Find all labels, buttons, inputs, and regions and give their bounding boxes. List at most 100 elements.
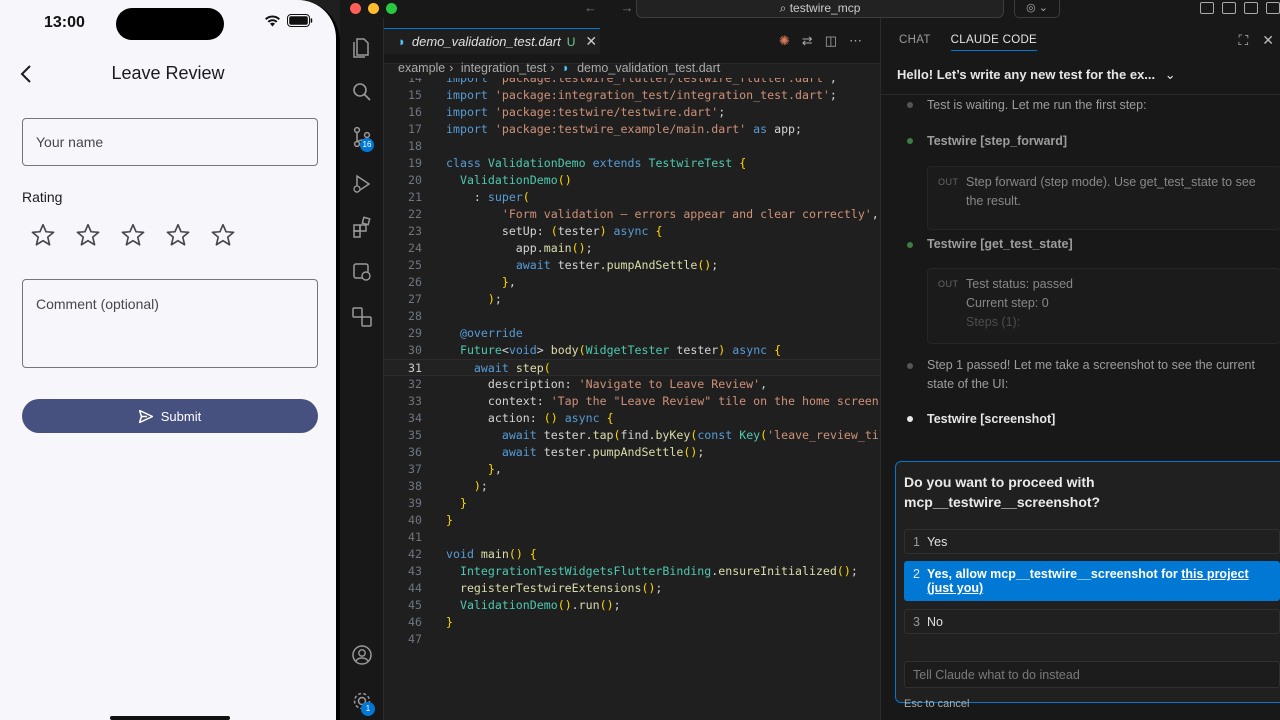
code-line[interactable]: 40}	[384, 512, 880, 529]
search-icon[interactable]	[351, 81, 373, 103]
line-number: 24	[408, 241, 422, 255]
option-yes[interactable]: 1 Yes	[904, 529, 1280, 554]
more-actions-icon[interactable]: ⋯	[849, 33, 862, 49]
code-line[interactable]: 17 import 'package:testwire_example/main.…	[384, 121, 880, 138]
code-line[interactable]: 19 class ValidationDemo extends TestwireT…	[384, 155, 880, 172]
code-line[interactable]: 30 Future<void> body(WidgetTester tester…	[384, 342, 880, 359]
toggle-secondary-sidebar-icon[interactable]	[1266, 2, 1280, 14]
command-center-search[interactable]: ⌕ testwire_mcp	[636, 0, 1004, 18]
tab-chat[interactable]: CHAT	[899, 34, 931, 51]
permission-prompt: Do you want to proceed with mcp__testwir…	[895, 461, 1280, 710]
toggle-sidebar-icon[interactable]	[1222, 2, 1236, 14]
code-line[interactable]: 33 context: 'Tap the "Leave Review" tile…	[384, 393, 880, 410]
star-icon[interactable]	[165, 222, 191, 248]
activity-bar: 16 1	[340, 18, 384, 720]
code-text: );	[473, 479, 488, 493]
code-line[interactable]: 21 : super(	[384, 189, 880, 206]
code-line[interactable]: 32 description: 'Navigate to Leave Revie…	[384, 376, 880, 393]
code-line[interactable]: 29 @override	[384, 325, 880, 342]
code-line[interactable]: 36 await tester.pumpAndSettle();	[384, 444, 880, 461]
comment-field[interactable]: Comment (optional)	[22, 279, 318, 368]
line-number: 41	[408, 530, 422, 544]
line-number: 18	[408, 139, 422, 153]
code-line[interactable]: 46}	[384, 614, 880, 631]
vscode-window: ← → ⌕ testwire_mcp ◎ ⌄ 16 1 ◗ demo_valid…	[340, 0, 1280, 720]
code-line[interactable]: 25 await tester.pumpAndSettle();	[384, 257, 880, 274]
option-no[interactable]: 3 No	[904, 609, 1280, 634]
code-line[interactable]: 24 app.main();	[384, 240, 880, 257]
submit-button[interactable]: Submit	[22, 399, 318, 433]
session-title-dropdown[interactable]: Hello! Let’s write any new test for the …	[897, 67, 1176, 83]
close-panel-icon[interactable]: ✕	[1262, 32, 1274, 49]
testing-icon[interactable]	[351, 306, 373, 328]
code-line[interactable]: 26 },	[384, 274, 880, 291]
code-line[interactable]: 43 IntegrationTestWidgetsFlutterBinding.…	[384, 563, 880, 580]
claude-code-panel: CHAT CLAUDE CODE ⛶ ✕ Hello! Let’s write …	[880, 18, 1280, 720]
code-line[interactable]: 27 );	[384, 291, 880, 308]
line-number: 26	[408, 275, 422, 289]
split-editor-icon[interactable]: ◫	[825, 33, 837, 49]
name-field[interactable]: Your name	[22, 118, 318, 166]
star-icon[interactable]	[75, 222, 101, 248]
star-icon[interactable]	[30, 222, 56, 248]
code-line[interactable]: 14 import 'package:testwire_flutter/testw…	[384, 78, 880, 87]
code-line[interactable]: 35 await tester.tap(find.byKey(const Key…	[384, 427, 880, 444]
star-icon[interactable]	[210, 222, 236, 248]
breadcrumb-item[interactable]: demo_validation_test.dart	[577, 61, 720, 75]
instruction-input[interactable]	[904, 661, 1280, 688]
run-debug-icon[interactable]	[351, 173, 373, 195]
code-editor[interactable]: 14 import 'package:testwire_flutter/testw…	[384, 78, 880, 720]
code-line[interactable]: 44 registerTestwireExtensions();	[384, 580, 880, 597]
code-line[interactable]: 31 await step(	[384, 359, 880, 376]
maximize-panel-icon[interactable]: ⛶	[1238, 32, 1248, 49]
code-line[interactable]: 41	[384, 529, 880, 546]
customize-layout-icon[interactable]	[1200, 2, 1214, 14]
editor-group: ◗ demo_validation_test.dart U ✕ ✺ ⇄ ◫ ⋯ …	[384, 18, 921, 720]
code-line[interactable]: 38 );	[384, 478, 880, 495]
line-number: 44	[408, 581, 422, 595]
star-icon[interactable]	[120, 222, 146, 248]
line-number: 29	[408, 326, 422, 340]
code-text: ValidationDemo().run();	[459, 598, 621, 612]
tool-call-name[interactable]: Testwire [step_forward]	[927, 132, 1267, 151]
copilot-menu-button[interactable]: ◎ ⌄	[1014, 0, 1060, 18]
code-line[interactable]: 16 import 'package:testwire/testwire.dart…	[384, 104, 880, 121]
maximize-window-button[interactable]	[386, 3, 397, 14]
minimize-window-button[interactable]	[368, 3, 379, 14]
extensions-icon[interactable]	[351, 216, 373, 238]
line-number: 19	[408, 156, 422, 170]
code-line[interactable]: 18	[384, 138, 880, 155]
tab-demo-validation-test[interactable]: ◗ demo_validation_test.dart U ✕	[384, 28, 600, 54]
code-line[interactable]: 42 void main() {	[384, 546, 880, 563]
breadcrumb-item[interactable]: example	[398, 61, 445, 75]
assistant-message: Test is waiting. Let me run the first st…	[927, 98, 1147, 112]
account-icon[interactable]	[351, 644, 373, 666]
claude-icon[interactable]: ✺	[779, 33, 790, 49]
option-label: Yes, allow mcp__testwire__screenshot for	[926, 567, 1182, 581]
code-line[interactable]: 22 'Form validation — errors appear and …	[384, 206, 880, 223]
compare-changes-icon[interactable]: ⇄	[802, 33, 813, 49]
close-tab-icon[interactable]: ✕	[585, 33, 597, 50]
tool-call-name[interactable]: Testwire [get_test_state]	[927, 235, 1267, 254]
line-number: 21	[408, 190, 422, 204]
code-line[interactable]: 20 ValidationDemo()	[384, 172, 880, 189]
explorer-icon[interactable]	[351, 36, 373, 58]
toggle-panel-icon[interactable]	[1244, 2, 1258, 14]
tab-claude-code[interactable]: CLAUDE CODE	[950, 34, 1038, 51]
option-yes-allow-project[interactable]: 2 Yes, allow mcp__testwire__screenshot f…	[904, 561, 1280, 601]
code-line[interactable]: 37 },	[384, 461, 880, 478]
remote-explorer-icon[interactable]	[351, 261, 373, 283]
breadcrumb-item[interactable]: integration_test	[461, 61, 546, 75]
code-line[interactable]: 45 ValidationDemo().run();	[384, 597, 880, 614]
code-line[interactable]: 28	[384, 308, 880, 325]
nav-arrows[interactable]: ← →	[584, 0, 644, 15]
code-line[interactable]: 39 }	[384, 495, 880, 512]
code-line[interactable]: 34 action: () async {	[384, 410, 880, 427]
code-line[interactable]: 15 import 'package:integration_test/integ…	[384, 87, 880, 104]
tool-output: OUT Step forward (step mode). Use get_te…	[927, 166, 1280, 230]
tool-call-name[interactable]: Testwire [screenshot]	[927, 410, 1267, 429]
code-line[interactable]: 47	[384, 631, 880, 648]
editor-tab-bar: ◗ demo_validation_test.dart U ✕ ✺ ⇄ ◫ ⋯	[384, 18, 880, 64]
code-line[interactable]: 23 setUp: (tester) async {	[384, 223, 880, 240]
close-window-button[interactable]	[350, 3, 361, 14]
